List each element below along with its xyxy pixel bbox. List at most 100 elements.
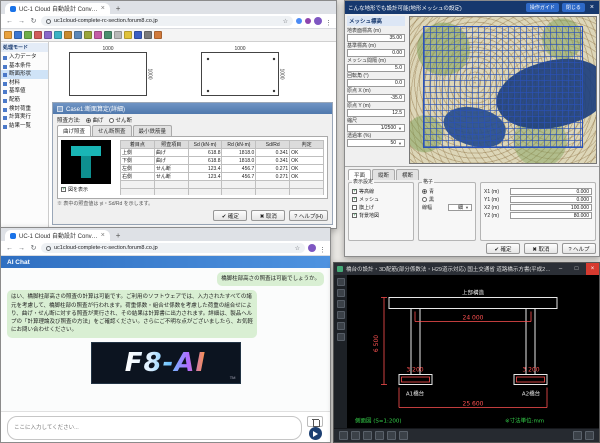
y2-input[interactable]: 80.000 <box>510 212 592 219</box>
front-view-icon[interactable] <box>337 289 345 297</box>
forward-icon[interactable] <box>17 17 26 26</box>
3d-view-icon[interactable] <box>337 322 345 330</box>
tree-item[interactable]: 検討荷重 <box>1 105 48 114</box>
tab-shear[interactable]: せん断照査 <box>92 125 132 136</box>
send-icon[interactable] <box>309 427 322 440</box>
ok-button[interactable]: ✔ 確定 <box>213 210 247 221</box>
new-tab-button[interactable] <box>116 230 121 241</box>
site-info-icon[interactable] <box>46 246 51 251</box>
y1-input[interactable]: 0.000 <box>510 196 592 203</box>
help-icon[interactable] <box>154 31 162 39</box>
ground-elevation-input[interactable]: 35.00 <box>347 34 405 42</box>
basemap-checkbox[interactable]: 背景地図 <box>352 212 410 219</box>
preview-icon[interactable] <box>34 31 42 39</box>
contour-checkbox[interactable]: 等高線 <box>352 188 410 195</box>
radio-shear[interactable]: せん断 <box>109 116 133 124</box>
linewidth-select[interactable]: 細 <box>448 204 472 211</box>
help-button[interactable]: ? ヘルプ(H) <box>289 210 328 221</box>
side-view-icon[interactable] <box>337 300 345 308</box>
trash-icon[interactable] <box>307 416 323 427</box>
tree-item[interactable]: 配筋 <box>1 96 48 105</box>
browser-tab[interactable]: UC-1 Cloud 自動設計 Conv… <box>5 3 110 14</box>
save-icon[interactable] <box>14 31 22 39</box>
back-icon[interactable] <box>5 17 14 26</box>
origin-x-input[interactable]: -35.0 <box>347 94 405 102</box>
tab-close-icon[interactable] <box>101 5 105 12</box>
select-icon[interactable] <box>339 431 348 440</box>
chat-input[interactable] <box>7 416 302 440</box>
origin-y-input[interactable]: 12.5 <box>347 109 405 117</box>
cad-canvas[interactable]: 24 000 25 600 6 500 3 200 3 200 上部構造 A1橋… <box>347 275 599 428</box>
paste-icon[interactable] <box>64 31 72 39</box>
guide-button[interactable]: 操作ガイド <box>526 3 559 12</box>
back-icon[interactable] <box>5 244 14 253</box>
rotation-input[interactable]: 0.0 <box>347 79 405 87</box>
tab-crosssection[interactable]: 横断 <box>396 169 419 180</box>
tab-profile[interactable]: 縦断 <box>372 169 395 180</box>
open-icon[interactable] <box>4 31 12 39</box>
report-icon[interactable] <box>134 31 142 39</box>
redo-icon[interactable] <box>84 31 92 39</box>
profile-avatar[interactable] <box>314 17 322 25</box>
help-button[interactable]: ? ヘルプ <box>562 243 596 254</box>
window-titlebar[interactable]: 橋台の設計・3D配筋(部分係数法・H29道示対応) 国土交通省 道路橋示方書(平… <box>334 263 599 275</box>
tree-item-selected[interactable]: 断面形状 <box>1 70 48 79</box>
settings-icon[interactable] <box>144 31 152 39</box>
datum-elevation-input[interactable]: 0.00 <box>347 49 405 57</box>
cancel-button[interactable]: ✖ 取消 <box>524 243 558 254</box>
table-icon[interactable] <box>104 31 112 39</box>
mesh-grid-overlay[interactable] <box>423 26 583 149</box>
new-tab-button[interactable] <box>116 3 121 14</box>
extension-icon[interactable] <box>305 18 311 24</box>
tab-bending[interactable]: 曲げ照査 <box>57 125 91 136</box>
calc-icon[interactable] <box>94 31 102 39</box>
tab-min-rebar[interactable]: 最小鉄筋量 <box>133 125 173 136</box>
close-icon[interactable] <box>588 4 596 11</box>
graph-icon[interactable] <box>114 31 122 39</box>
rebar-view-icon[interactable] <box>337 333 345 341</box>
print-icon[interactable] <box>24 31 32 39</box>
window-titlebar[interactable]: こんな地形でも設計可能(地形メッシュの設定) 操作ガイド 閉じる <box>345 1 599 14</box>
x1-input[interactable]: 0.000 <box>510 188 592 195</box>
tree-item[interactable]: 基準値 <box>1 87 48 96</box>
drawing-canvas[interactable]: 1000 1000 1000 1000 Case1:断面算定(詳細) 照査方法:… <box>49 42 336 228</box>
tree-item[interactable]: 入力データ <box>1 53 48 62</box>
zoom-out-icon[interactable] <box>375 431 384 440</box>
tree-item[interactable]: 基本条件 <box>1 62 48 71</box>
tree-item[interactable]: 結果一覧 <box>1 122 48 131</box>
grid-color-black-radio[interactable]: 黒 <box>422 196 472 203</box>
ok-button[interactable]: ✔ 確定 <box>486 243 520 254</box>
profile-avatar[interactable] <box>308 244 316 252</box>
chat-scroll-area[interactable]: 橋脚柱部高さの照査は可能でしょうか。 はい、橋脚柱部高さの照査の計算は可能です。… <box>1 268 330 411</box>
copy-icon[interactable] <box>54 31 62 39</box>
x2-input[interactable]: 100.000 <box>510 204 592 211</box>
grid-color-blue-radio[interactable]: 青 <box>422 188 472 195</box>
fit-view-icon[interactable] <box>387 431 396 440</box>
home-view-icon[interactable] <box>337 278 345 286</box>
browser-menu-icon[interactable] <box>319 239 326 257</box>
dialog-titlebar[interactable]: Case1:断面算定(詳細) <box>53 103 332 114</box>
cancel-button[interactable]: ✖ 取消 <box>251 210 285 221</box>
maximize-icon[interactable] <box>570 263 583 275</box>
layers-icon[interactable] <box>585 431 594 440</box>
section-preview[interactable] <box>61 140 111 184</box>
site-info-icon[interactable] <box>46 19 51 24</box>
tree-item[interactable]: 材料 <box>1 79 48 88</box>
minimize-icon[interactable] <box>554 263 567 275</box>
radio-bending[interactable]: 曲げ <box>86 116 104 124</box>
reload-icon[interactable] <box>29 17 38 26</box>
plan-view-icon[interactable] <box>337 311 345 319</box>
terrain-map-viewport[interactable] <box>409 16 597 164</box>
tab-close-icon[interactable] <box>101 232 105 239</box>
bookmark-star-icon[interactable] <box>295 245 300 252</box>
address-bar[interactable]: uc1cloud-complete-rc-section.forum8.co.j… <box>41 16 293 26</box>
print-icon[interactable] <box>573 431 582 440</box>
close-icon[interactable] <box>586 263 599 275</box>
undo-icon[interactable] <box>74 31 82 39</box>
extension-icon[interactable] <box>296 18 302 24</box>
tree-item[interactable]: 計算実行 <box>1 113 48 122</box>
measure-icon[interactable] <box>399 431 408 440</box>
mesh-checkbox[interactable]: メッシュ <box>352 196 410 203</box>
browser-tab[interactable]: UC-1 Cloud 自動設計 Conv… <box>5 230 110 241</box>
pan-icon[interactable] <box>351 431 360 440</box>
